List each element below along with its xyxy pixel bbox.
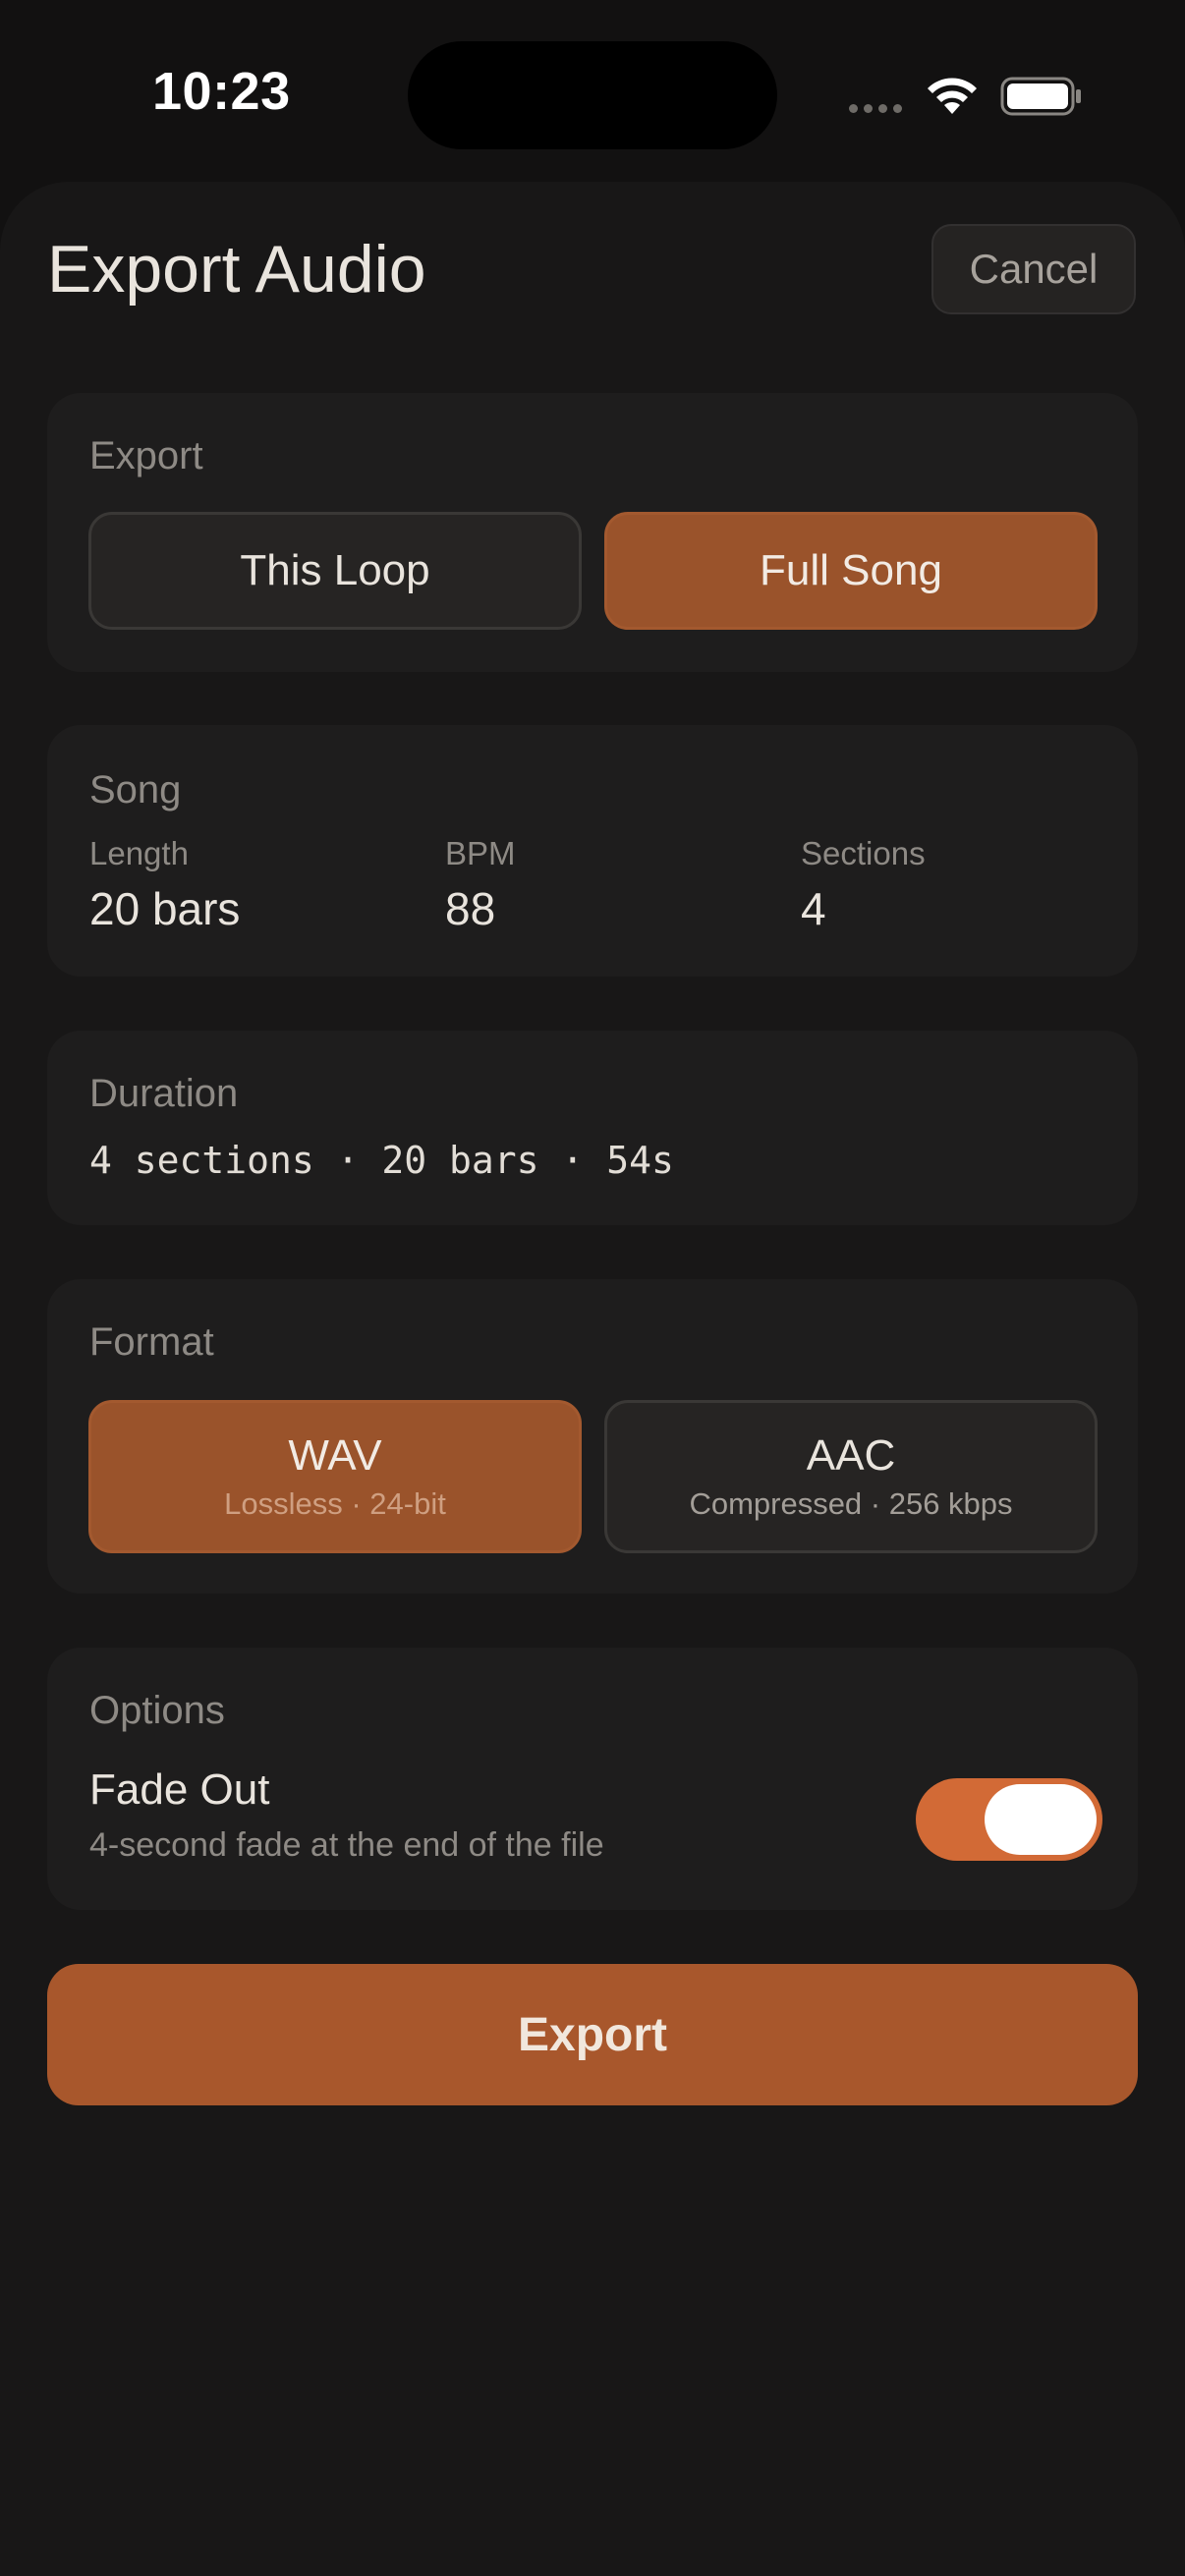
fade-out-label: Fade Out [89,1765,270,1814]
this-loop-option[interactable]: This Loop [88,512,582,630]
aac-option[interactable]: AAC Compressed · 256 kbps [604,1400,1098,1553]
wav-option[interactable]: WAV Lossless · 24-bit [88,1400,582,1553]
cancel-button[interactable]: Cancel [931,224,1136,314]
cellular-signal-icon [849,104,902,113]
export-scope-heading: Export [89,434,203,477]
page-title: Export Audio [47,232,426,307]
aac-description: Compressed · 256 kbps [689,1486,1013,1522]
toggle-knob [985,1784,1097,1855]
duration-heading: Duration [89,1072,239,1115]
fade-out-toggle[interactable] [916,1778,1102,1861]
song-card: Song Length 20 bars BPM 88 Sections 4 [47,725,1138,977]
length-label: Length [89,835,189,871]
dynamic-island [408,41,777,149]
format-card: Format WAV Lossless · 24-bit AAC Compres… [47,1279,1138,1594]
options-card: Options Fade Out 4-second fade at the en… [47,1648,1138,1910]
duration-card: Duration 4 sections · 20 bars · 54s [47,1031,1138,1225]
duration-summary: 4 sections · 20 bars · 54s [89,1139,674,1182]
wav-label: WAV [288,1430,382,1480]
song-heading: Song [89,768,182,812]
this-loop-label: This Loop [240,546,430,594]
full-song-label: Full Song [760,546,942,594]
aac-label: AAC [806,1430,896,1480]
status-time: 10:23 [152,62,291,121]
full-song-option[interactable]: Full Song [604,512,1098,630]
sections-label: Sections [801,835,926,871]
wav-description: Lossless · 24-bit [224,1486,446,1522]
export-scope-card: Export This Loop Full Song [47,393,1138,672]
status-bar: 10:23 [0,0,1185,187]
export-button[interactable]: Export [47,1964,1138,2105]
wifi-icon [928,78,977,114]
battery-icon [1000,77,1081,116]
fade-out-description: 4-second fade at the end of the file [89,1826,604,1864]
format-heading: Format [89,1320,214,1364]
sections-value: 4 [801,883,826,934]
bpm-value: 88 [445,883,496,934]
options-heading: Options [89,1689,225,1732]
length-value: 20 bars [89,883,241,934]
bpm-label: BPM [445,835,516,871]
